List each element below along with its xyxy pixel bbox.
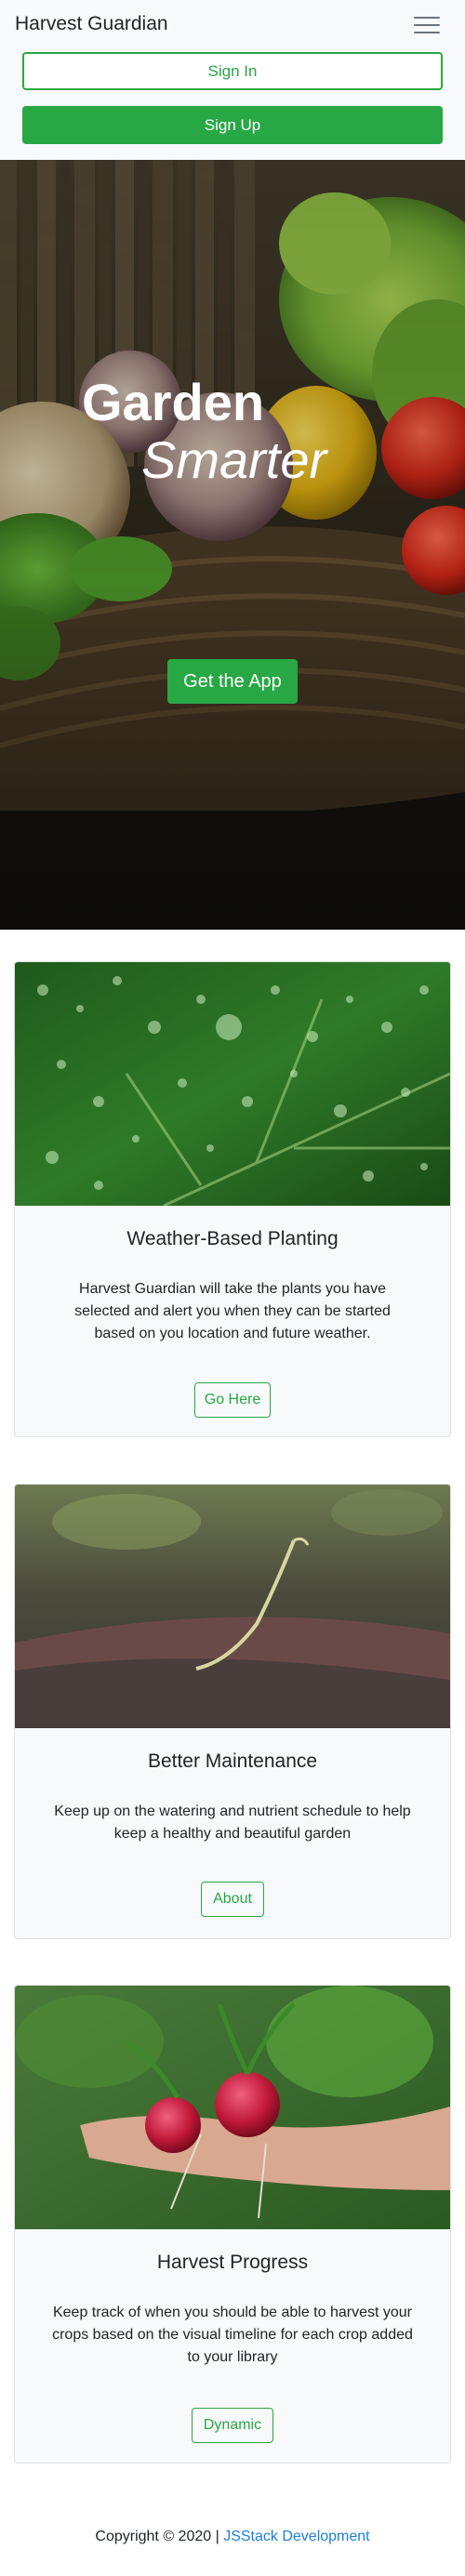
hero-title-line1: Garden bbox=[82, 373, 265, 431]
jsstack-development-link[interactable]: JSStack Development bbox=[223, 2529, 369, 2544]
dynamic-button[interactable]: Dynamic bbox=[192, 2408, 273, 2443]
go-here-button[interactable]: Go Here bbox=[194, 1382, 271, 1418]
hero-vegetable-basket-image bbox=[0, 160, 465, 930]
get-the-app-button[interactable]: Get the App bbox=[167, 659, 298, 704]
sign-up-button[interactable]: Sign Up bbox=[22, 106, 443, 144]
card-text: Keep up on the watering and nutrient sch… bbox=[54, 1803, 411, 1842]
card-title: Harvest Progress bbox=[156, 2252, 309, 2273]
card-text: Keep track of when you should be able to… bbox=[52, 2305, 413, 2365]
footer: Copyright © 2020 | JSStack Development bbox=[0, 2529, 465, 2545]
about-button[interactable]: About bbox=[201, 1882, 264, 1917]
leaf-water-drops-image bbox=[15, 962, 450, 1206]
card-text: Harvest Guardian will take the plants yo… bbox=[74, 1281, 391, 1341]
hero-title-line2: Smarter bbox=[141, 430, 327, 489]
card-title: Better Maintenance bbox=[147, 1750, 318, 1772]
navbar: Harvest Guardian Sign In Sign Up bbox=[0, 0, 465, 160]
hero-section: Garden Smarter Get the App bbox=[0, 160, 465, 930]
card-better-maintenance: Better Maintenance Keep up on the wateri… bbox=[14, 1484, 451, 1939]
card-weather-based-planting: Weather-Based Planting Harvest Guardian … bbox=[14, 961, 451, 1437]
card-title: Weather-Based Planting bbox=[126, 1228, 339, 1249]
seedling-sprout-image bbox=[15, 1485, 450, 1728]
radish-hand-image bbox=[15, 1986, 450, 2229]
hamburger-menu-icon[interactable] bbox=[407, 9, 446, 41]
card-harvest-progress: Harvest Progress Keep track of when you … bbox=[14, 1985, 451, 2464]
sign-in-button[interactable]: Sign In bbox=[22, 52, 443, 90]
copyright-text: Copyright © 2020 | bbox=[95, 2529, 219, 2544]
brand-name[interactable]: Harvest Guardian bbox=[15, 13, 168, 35]
